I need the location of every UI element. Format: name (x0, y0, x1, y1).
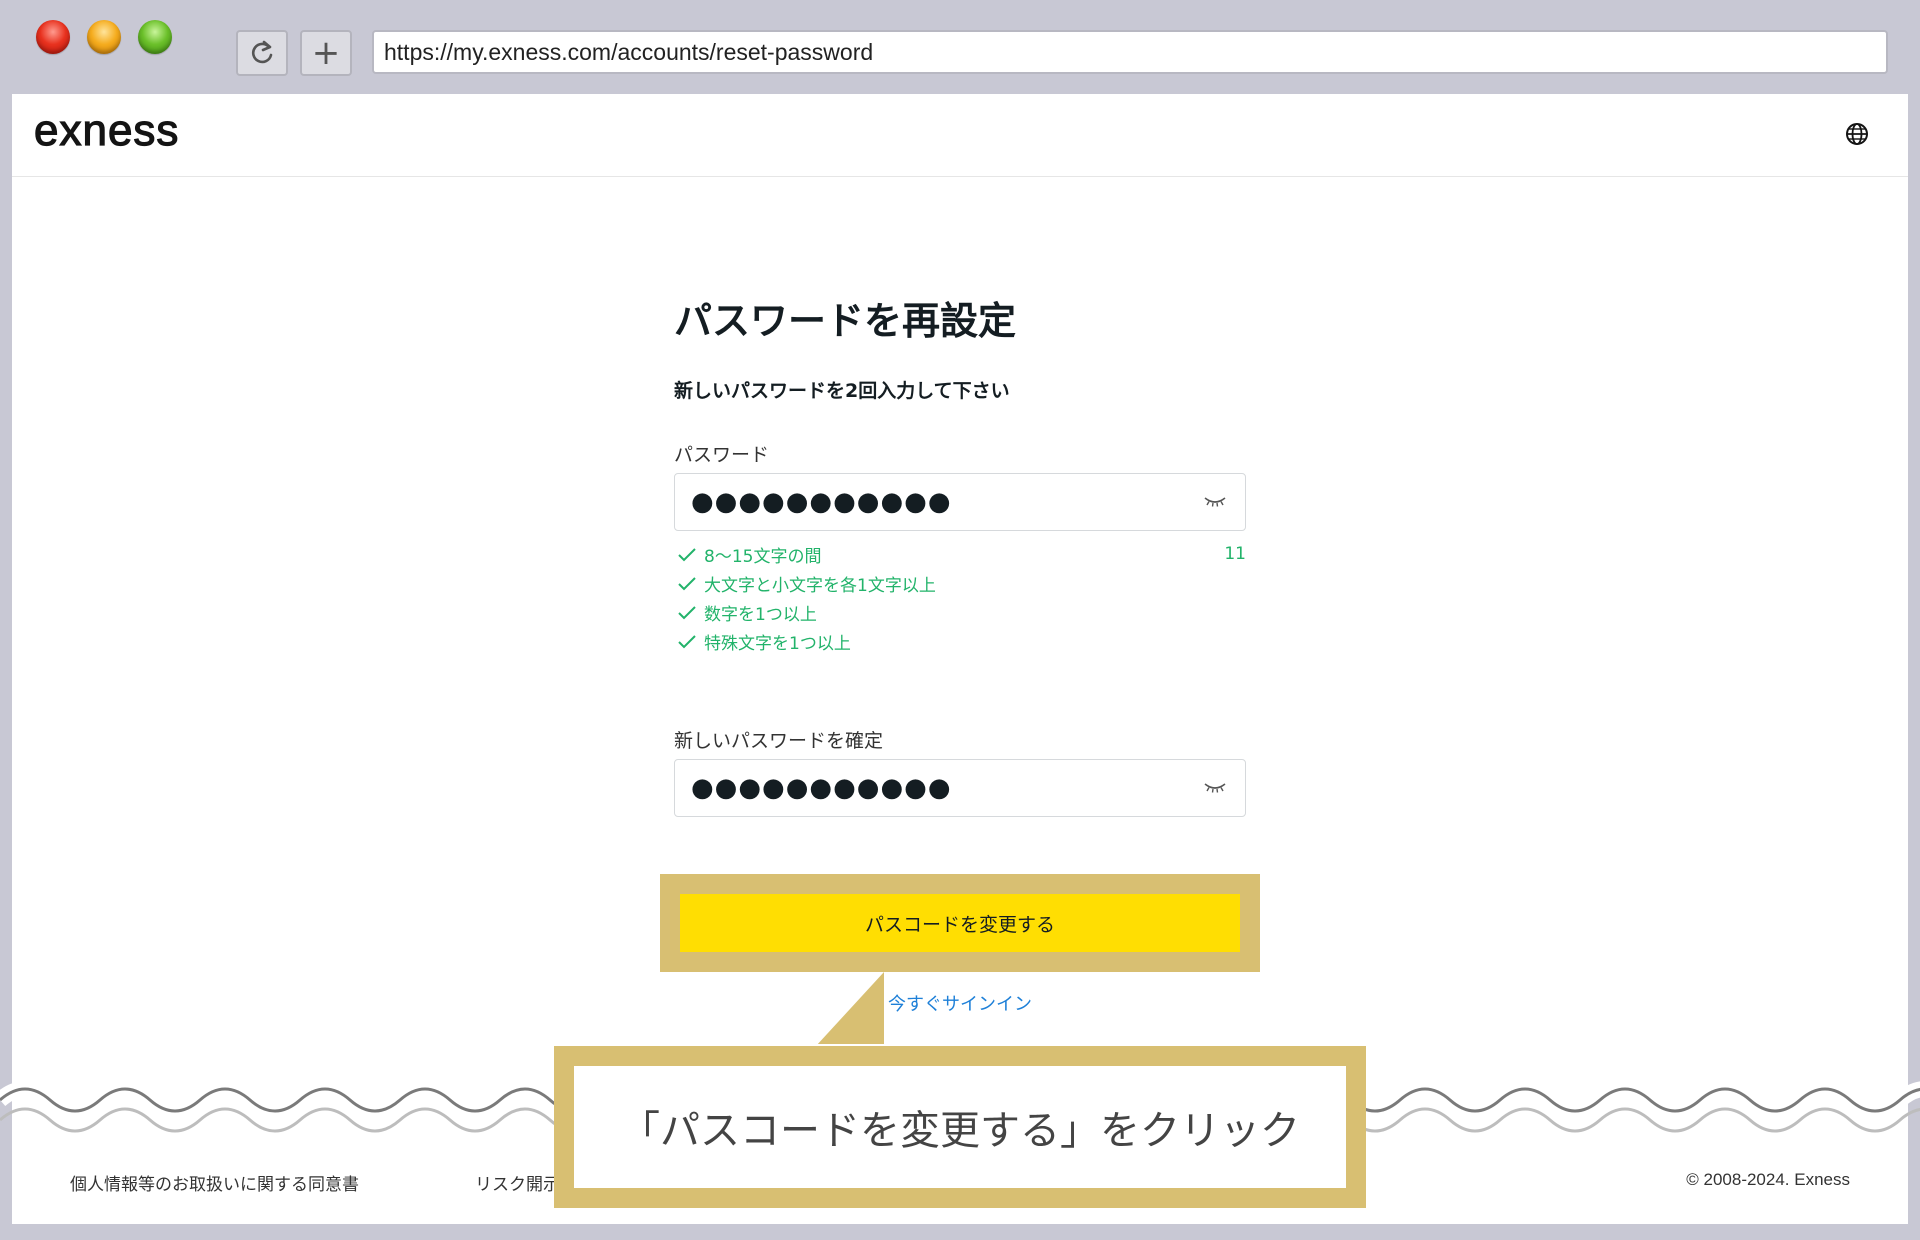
callout-text: 「パスコードを変更する」をクリック (574, 1066, 1346, 1188)
page-title: パスワードを再設定 (674, 299, 1017, 343)
sign-in-link[interactable]: 今すぐサインイン (674, 990, 1246, 1016)
eye-closed-icon[interactable] (1203, 780, 1227, 796)
confirm-password-field[interactable]: ●●●●●●●●●●● (674, 759, 1246, 817)
check-icon (678, 547, 696, 561)
form-subtitle: 新しいパスワードを2回入力して下さい (674, 380, 1010, 402)
globe-icon[interactable] (1844, 121, 1870, 147)
reload-icon (251, 40, 273, 64)
reload-button[interactable] (236, 30, 288, 76)
site-header: exness (12, 94, 1908, 177)
password-requirements: 8～15文字の間 大文字と小文字を各1文字以上 数字を1つ以上 特殊文字を1つ以… (674, 540, 1246, 656)
address-bar[interactable]: https://my.exness.com/accounts/reset-pas… (372, 30, 1888, 74)
instruction-callout: 「パスコードを変更する」をクリック (554, 1046, 1366, 1208)
password-label: パスワード (674, 444, 770, 466)
confirm-password-value: ●●●●●●●●●●● (691, 773, 952, 803)
minimize-window-button[interactable] (87, 20, 121, 54)
requirement-text: 数字を1つ以上 (704, 605, 817, 625)
requirement-item: 大文字と小文字を各1文字以上 (674, 569, 1246, 598)
character-count: 11 (1224, 544, 1246, 564)
requirement-text: 8～15文字の間 (704, 547, 822, 567)
close-window-button[interactable] (36, 20, 70, 54)
password-value: ●●●●●●●●●●● (691, 487, 952, 517)
callout-pointer (817, 972, 884, 1044)
requirement-item: 数字を1つ以上 (674, 598, 1246, 627)
requirement-item: 8～15文字の間 (674, 540, 1246, 569)
requirement-item: 特殊文字を1つ以上 (674, 627, 1246, 656)
eye-closed-icon[interactable] (1203, 494, 1227, 510)
new-tab-button[interactable]: + (300, 30, 352, 76)
privacy-link[interactable]: 個人情報等のお取扱いに関する同意書 (70, 1170, 359, 1195)
check-icon (678, 605, 696, 619)
check-icon (678, 634, 696, 648)
check-icon (678, 576, 696, 590)
copyright-text: © 2008-2024. Exness (1686, 1170, 1850, 1189)
requirement-text: 大文字と小文字を各1文字以上 (704, 576, 936, 596)
browser-toolbar: + https://my.exness.com/accounts/reset-p… (0, 0, 1920, 94)
confirm-password-label: 新しいパスワードを確定 (674, 730, 884, 752)
exness-logo[interactable]: exness (33, 105, 179, 156)
password-field[interactable]: ●●●●●●●●●●● (674, 473, 1246, 531)
zoom-window-button[interactable] (138, 20, 172, 54)
requirement-text: 特殊文字を1つ以上 (704, 634, 851, 654)
risk-disclosure-link[interactable]: リスク開示 (475, 1170, 560, 1195)
change-passcode-button[interactable]: パスコードを変更する (680, 894, 1240, 952)
